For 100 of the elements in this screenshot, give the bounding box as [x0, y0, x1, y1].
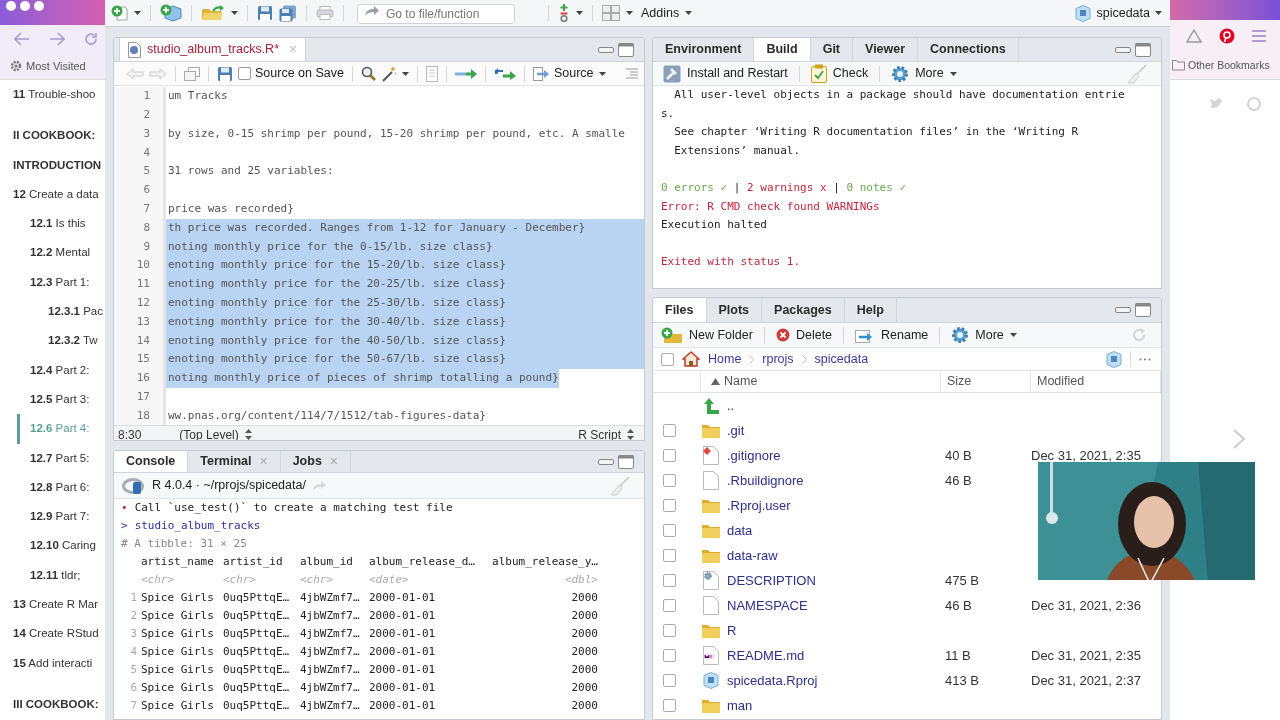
minimize-icon[interactable]	[598, 458, 614, 465]
wand-icon[interactable]	[380, 65, 397, 82]
back-icon[interactable]	[126, 67, 144, 80]
toc-item[interactable]: 12.5 Part 3:	[0, 384, 105, 415]
check-button[interactable]: Check	[810, 64, 869, 83]
file-link[interactable]: ..	[727, 395, 735, 416]
checkbox[interactable]	[663, 474, 676, 487]
toc-item[interactable]: 12 Create a data	[0, 179, 105, 210]
checkbox[interactable]	[663, 549, 676, 562]
minimize-icon[interactable]	[1115, 307, 1131, 313]
maximize-icon[interactable]	[618, 454, 634, 469]
bird-icon[interactable]	[1209, 98, 1223, 110]
file-link[interactable]: README.md	[727, 645, 805, 666]
toc-item[interactable]: 12.8 Part 6:	[0, 472, 105, 503]
source-on-save-checkbox[interactable]: Source on Save	[238, 64, 344, 83]
source-button[interactable]: Source	[532, 64, 606, 83]
caret-icon[interactable]	[134, 11, 141, 15]
column-header[interactable]: Name	[724, 372, 758, 391]
checkbox[interactable]	[663, 449, 676, 462]
circle-logo-icon[interactable]	[1247, 97, 1261, 111]
open-folder-icon[interactable]	[201, 5, 225, 21]
forward-icon[interactable]	[149, 67, 167, 80]
column-header[interactable]: Size	[947, 372, 972, 391]
toc-item[interactable]: 12.4 Part 2:	[0, 355, 105, 385]
breadcrumb-link[interactable]: spicedata	[814, 349, 869, 369]
refresh-icon[interactable]	[1131, 327, 1147, 343]
toc-item[interactable]: 11 Trouble-shoo	[0, 80, 105, 110]
checkbox[interactable]	[663, 599, 676, 612]
broom-icon[interactable]	[1127, 63, 1147, 84]
column-header[interactable]: Modified	[1037, 372, 1085, 391]
breadcrumb-link[interactable]: rprojs	[762, 349, 794, 369]
r-project-icon[interactable]	[1106, 350, 1122, 368]
print-icon[interactable]	[316, 6, 334, 20]
maximize-icon[interactable]	[1135, 42, 1151, 57]
toc-item[interactable]: 12.2 Mental	[0, 238, 105, 268]
goto-field[interactable]: Go to file/function	[357, 4, 515, 24]
toc-item[interactable]: II COOKBOOK:	[0, 121, 105, 151]
project-button[interactable]: spicedata	[1075, 3, 1162, 23]
file-link[interactable]: NAMESPACE	[727, 595, 808, 616]
caret-icon[interactable]	[401, 71, 409, 76]
pin-logo-icon[interactable]	[1219, 28, 1235, 44]
new-file-icon[interactable]	[111, 5, 128, 21]
editor-tab[interactable]: studio_album_tracks.R* ×	[119, 38, 307, 61]
chevron-right-icon[interactable]	[1233, 429, 1245, 449]
toc-item[interactable]: 13 Create R Mar	[0, 590, 105, 620]
bookmark[interactable]: Most Visited	[10, 57, 86, 75]
run-icon[interactable]	[454, 68, 477, 79]
file-link[interactable]: .git	[727, 420, 745, 441]
rename-button[interactable]: Rename	[855, 325, 929, 345]
toc-item[interactable]: 12.1 Is this	[0, 209, 105, 239]
pane-tab[interactable]: Files	[653, 298, 707, 322]
install-restart-button[interactable]: Install and Restart	[663, 64, 788, 83]
checkbox[interactable]	[661, 352, 674, 366]
checkbox[interactable]	[663, 674, 676, 687]
file-link[interactable]: data	[727, 520, 753, 541]
triangle-icon[interactable]	[1186, 29, 1202, 43]
addins-button[interactable]: Addins	[641, 3, 693, 23]
toc-item[interactable]: INTRODUCTION	[0, 150, 105, 180]
maximize-icon[interactable]	[618, 42, 634, 57]
git-icon[interactable]	[558, 4, 570, 22]
pane-tab[interactable]: Build	[754, 38, 811, 61]
toc-item[interactable]: 14 Create RStud	[0, 619, 105, 649]
save-icon[interactable]	[257, 5, 273, 21]
toc-item[interactable]: 12.10 Caring	[0, 531, 105, 561]
caret-icon[interactable]	[576, 11, 583, 15]
save-icon[interactable]	[217, 65, 233, 82]
maximize-icon[interactable]	[1135, 303, 1151, 317]
reload-icon[interactable]	[84, 32, 98, 46]
minimize-icon[interactable]	[1115, 46, 1131, 53]
back-icon[interactable]	[14, 32, 30, 46]
toc-item[interactable]: III COOKBOOK:	[0, 689, 105, 720]
pane-tab[interactable]: Console	[114, 451, 189, 472]
go-to-directory-icon[interactable]	[311, 480, 326, 491]
caret-icon[interactable]	[626, 11, 633, 15]
file-link[interactable]: data-raw	[727, 545, 778, 566]
checkbox[interactable]	[663, 424, 676, 437]
caret-icon[interactable]	[231, 11, 238, 15]
checkbox[interactable]	[663, 524, 676, 537]
notebook-icon[interactable]	[425, 65, 438, 82]
menu-icon[interactable]	[1252, 30, 1266, 42]
file-link[interactable]: .Rproj.user	[727, 495, 791, 516]
window-controls-icon[interactable]	[6, 1, 46, 11]
checkbox[interactable]	[663, 624, 676, 637]
checkbox[interactable]	[663, 499, 676, 512]
more-icon[interactable]	[1139, 357, 1151, 361]
toc-item[interactable]: 12.11 tldr;	[0, 560, 105, 591]
more-button[interactable]: More	[951, 325, 1017, 345]
popout-icon[interactable]	[184, 66, 200, 81]
bookmark[interactable]: Other Bookmarks	[1172, 57, 1270, 74]
more-button[interactable]: More	[891, 64, 957, 83]
checkbox[interactable]	[663, 699, 676, 712]
file-link[interactable]: .gitignore	[727, 445, 781, 466]
save-all-icon[interactable]	[279, 4, 297, 22]
breadcrumb-link[interactable]: Home	[708, 349, 742, 369]
file-link[interactable]: .Rbuildignore	[727, 470, 804, 491]
file-link[interactable]: R	[727, 620, 737, 641]
rerun-icon[interactable]	[493, 67, 516, 80]
sort-icon[interactable]	[711, 378, 720, 385]
new-project-icon[interactable]	[160, 4, 182, 22]
file-link[interactable]: spicedata.Rproj	[727, 670, 818, 691]
